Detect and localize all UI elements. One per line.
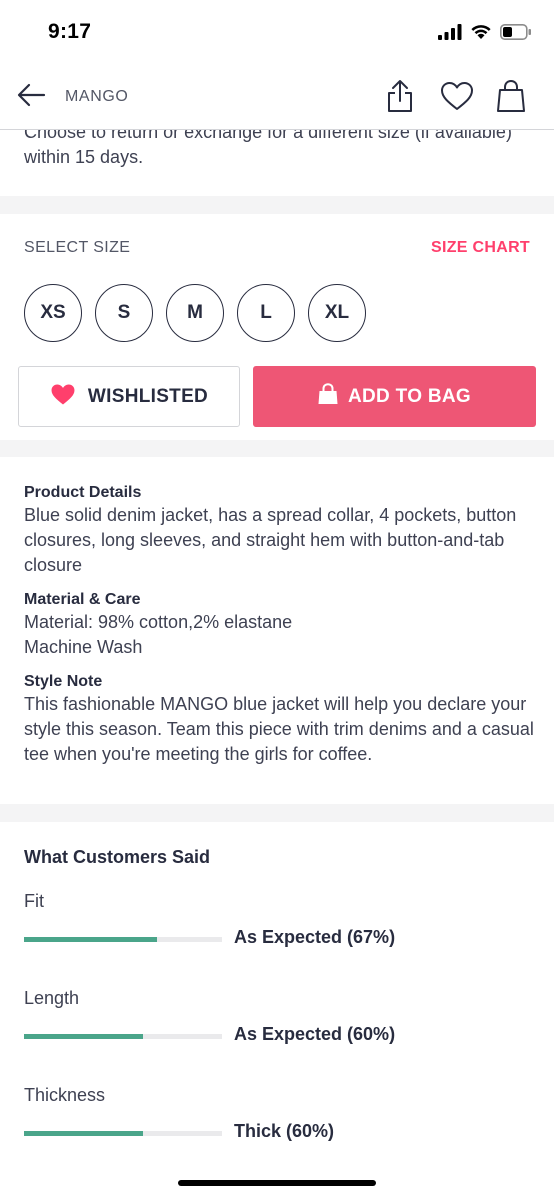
back-button[interactable] <box>12 80 50 114</box>
signal-icon <box>438 24 462 45</box>
bag-icon <box>496 79 526 118</box>
metric-label: Thickness <box>24 1085 106 1105</box>
bag-button[interactable] <box>493 79 529 118</box>
battery-icon <box>500 24 532 45</box>
metric-label: Fit <box>24 891 44 911</box>
metric-row: As Expected (60%) <box>24 1024 534 1048</box>
product-details: Product Details Blue solid denim jacket,… <box>24 482 534 778</box>
heart-filled-icon <box>50 383 76 411</box>
top-nav-bar: MANGO <box>0 68 554 130</box>
status-time: 9:17 <box>48 20 92 43</box>
progress-bar-track <box>24 937 222 942</box>
review-metric-fit: Fit As Expected (67%) <box>24 891 534 947</box>
status-icons <box>438 24 532 45</box>
add-to-bag-button[interactable]: ADD TO BAG <box>253 366 536 427</box>
progress-bar-fill <box>24 1131 143 1136</box>
material-care-block: Material & Care Material: 98% cotton,2% … <box>24 589 534 660</box>
size-option-xl[interactable]: XL <box>308 284 366 342</box>
wishlisted-label: WISHLISTED <box>87 385 209 407</box>
material-text: Material: 98% cotton,2% elastane <box>24 612 293 632</box>
section-divider <box>0 440 554 457</box>
arrow-left-icon <box>16 83 46 112</box>
metric-value: As Expected (67%) <box>234 927 396 947</box>
size-option-xs[interactable]: XS <box>24 284 82 342</box>
product-details-text: Blue solid denim jacket, has a spread co… <box>24 505 517 575</box>
size-option-l[interactable]: L <box>237 284 295 342</box>
progress-bar-fill <box>24 1034 143 1039</box>
style-note-title: Style Note <box>24 673 103 690</box>
product-details-block: Product Details Blue solid denim jacket,… <box>24 482 534 578</box>
review-metric-thickness: Thickness Thick (60%) <box>24 1085 534 1141</box>
wifi-icon <box>470 24 492 45</box>
progress-bar-track <box>24 1034 222 1039</box>
metric-value: Thick (60%) <box>234 1121 335 1141</box>
wishlist-header-button[interactable] <box>439 80 475 116</box>
share-icon <box>385 79 415 118</box>
size-chart-link[interactable]: SIZE CHART <box>431 239 530 257</box>
brand-name: MANGO <box>65 88 129 105</box>
size-option-m[interactable]: M <box>166 284 224 342</box>
share-button[interactable] <box>382 79 418 118</box>
section-divider <box>0 804 554 822</box>
metric-row: As Expected (67%) <box>24 927 534 951</box>
progress-bar-track <box>24 1131 222 1136</box>
progress-bar-fill <box>24 937 157 942</box>
metric-row: Thick (60%) <box>24 1121 534 1145</box>
metric-value: As Expected (60%) <box>234 1024 396 1044</box>
size-option-s[interactable]: S <box>95 284 153 342</box>
shopping-bag-icon <box>318 383 338 410</box>
home-indicator <box>178 1180 376 1186</box>
select-size-label: SELECT SIZE <box>24 239 131 256</box>
metric-label: Length <box>24 988 80 1008</box>
section-divider <box>0 196 554 214</box>
wishlisted-button[interactable]: WISHLISTED <box>18 366 240 427</box>
add-to-bag-label: ADD TO BAG <box>348 385 471 407</box>
style-note-block: Style Note This fashionable MANGO blue j… <box>24 671 534 767</box>
heart-outline-icon <box>440 81 474 116</box>
product-details-title: Product Details <box>24 484 142 501</box>
care-text: Machine Wash <box>24 637 143 657</box>
reviews-title: What Customers Said <box>24 847 211 867</box>
status-bar: 9:17 <box>0 0 554 68</box>
style-note-text: This fashionable MANGO blue jacket will … <box>24 694 534 764</box>
size-options: XS S M L XL <box>24 284 366 342</box>
review-metric-length: Length As Expected (60%) <box>24 988 534 1044</box>
material-care-title: Material & Care <box>24 591 141 608</box>
